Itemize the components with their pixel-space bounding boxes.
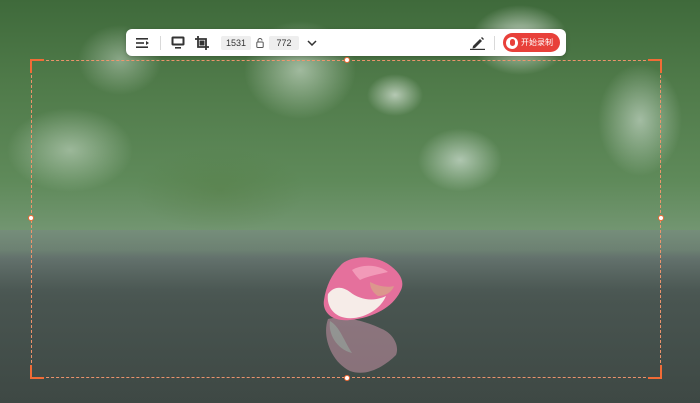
corner-top-right[interactable] — [648, 59, 662, 73]
record-icon — [506, 36, 518, 49]
record-label: 开始录制 — [521, 38, 553, 47]
resize-handle-left[interactable] — [28, 215, 34, 221]
corner-bottom-right[interactable] — [648, 365, 662, 379]
resize-handle-bottom[interactable] — [344, 375, 350, 381]
chevron-down-icon[interactable] — [303, 34, 321, 52]
toolbar-divider — [160, 35, 161, 50]
monitor-icon[interactable] — [169, 34, 187, 52]
crop-icon[interactable] — [193, 34, 211, 52]
lock-ratio-icon[interactable] — [255, 36, 265, 50]
corner-top-left[interactable] — [30, 59, 44, 73]
capture-toolbar: 1531 772 开始录制 — [126, 29, 566, 56]
resize-handle-top[interactable] — [344, 57, 350, 63]
start-recording-button[interactable]: 开始录制 — [503, 33, 560, 52]
corner-bottom-left[interactable] — [30, 365, 44, 379]
list-indent-icon[interactable] — [134, 34, 152, 52]
pen-draw-icon[interactable] — [468, 34, 486, 52]
screen-background: 1531 772 开始录制 — [0, 0, 700, 403]
toolbar-divider — [494, 35, 495, 50]
height-field[interactable]: 772 — [269, 35, 299, 50]
capture-selection-area[interactable] — [28, 57, 664, 381]
width-field[interactable]: 1531 — [221, 35, 251, 50]
resize-handle-right[interactable] — [658, 215, 664, 221]
